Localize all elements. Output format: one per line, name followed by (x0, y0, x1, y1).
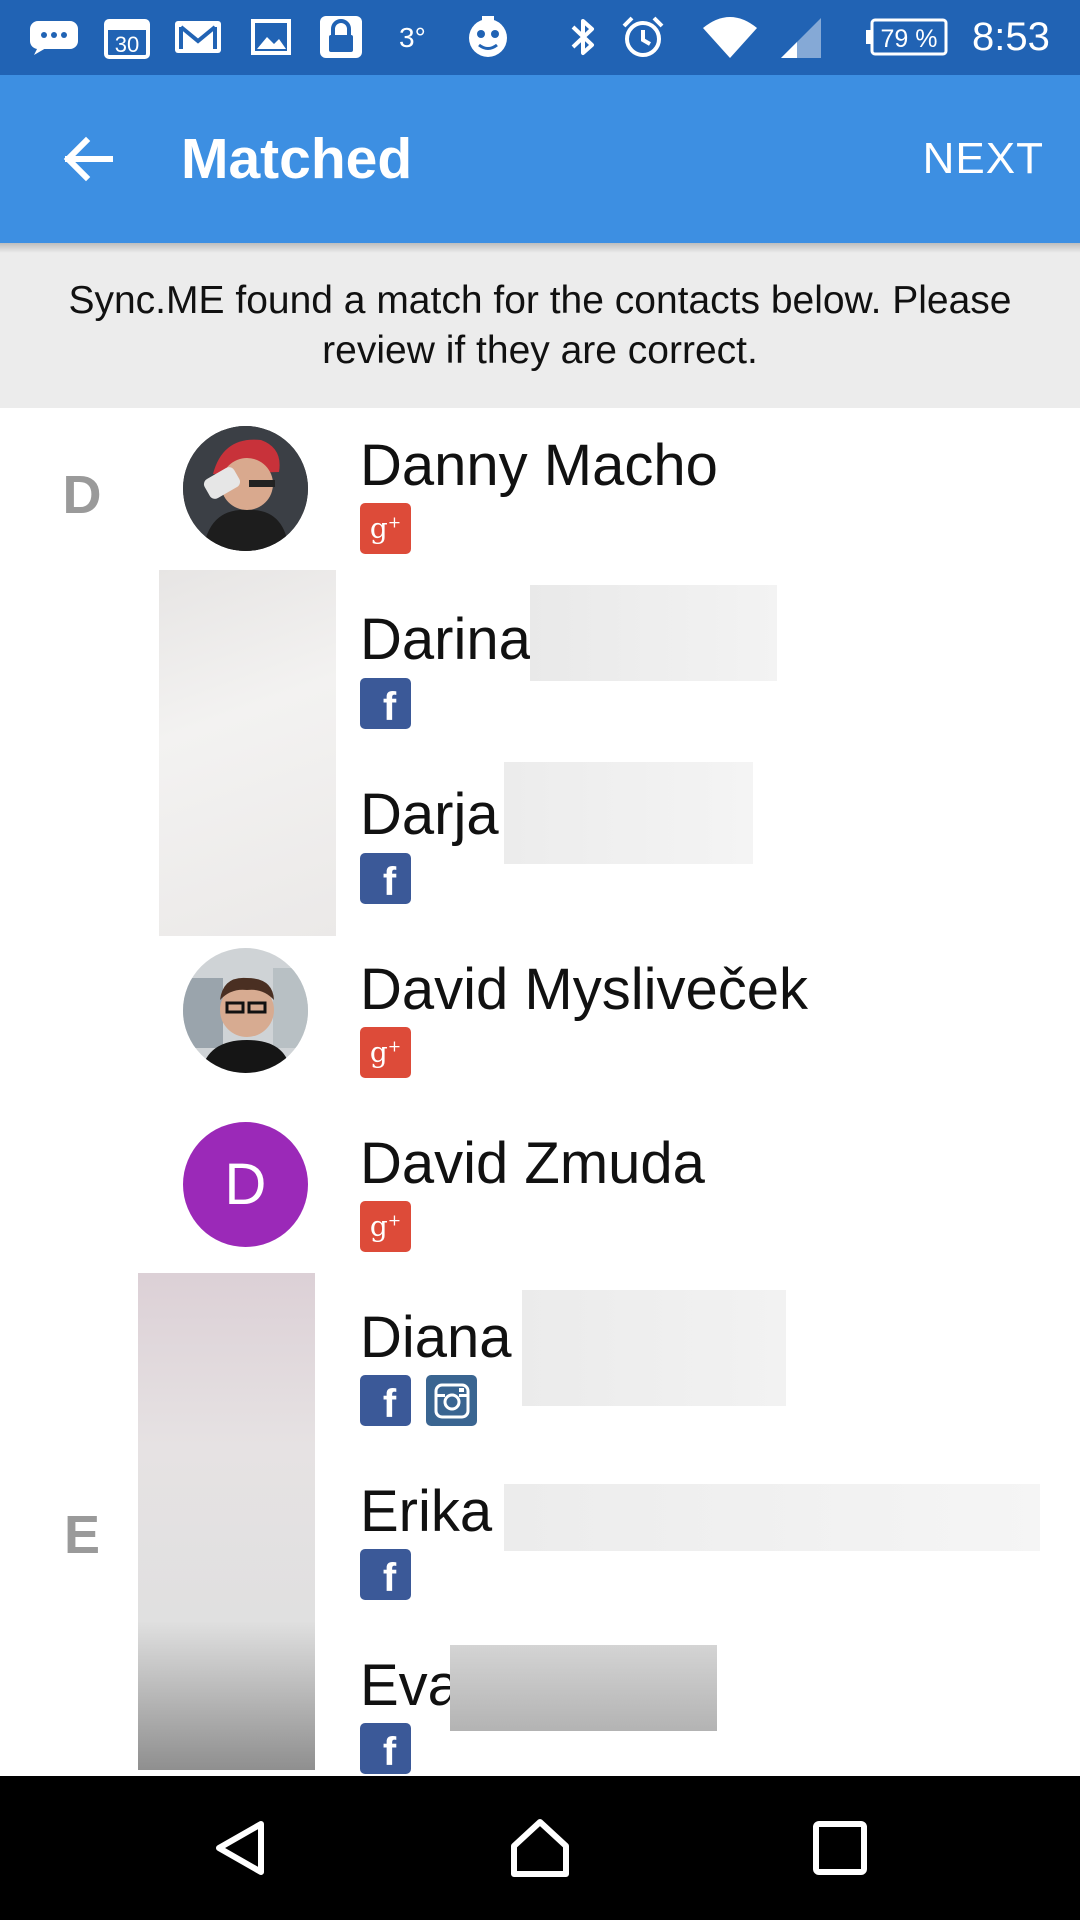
redacted-surname (522, 1290, 786, 1406)
arrow-left-icon (63, 136, 113, 182)
facebook-icon: f (360, 1723, 411, 1774)
nav-home-button[interactable] (468, 1776, 612, 1920)
facebook-icon: f (360, 678, 411, 729)
temperature-text: 3° (399, 22, 426, 53)
gmail-icon (172, 14, 224, 60)
avatar (183, 426, 308, 551)
contact-name: Darja (360, 782, 499, 847)
home-icon (511, 1819, 569, 1877)
battery-icon: 79 % (866, 14, 950, 60)
nav-back-button[interactable] (169, 1776, 313, 1920)
svg-text:79 %: 79 % (881, 25, 938, 53)
contact-name: Erika (360, 1479, 493, 1544)
facebook-icon: f (360, 853, 411, 904)
facebook-icon: f (360, 1549, 411, 1600)
contact-name: David Mysliveček (360, 957, 808, 1022)
nav-recents-button[interactable] (768, 1776, 912, 1920)
info-banner: Sync.ME found a match for the contacts b… (0, 243, 1080, 408)
app-bar-shadow (0, 243, 1080, 253)
facebook-icon: f (360, 1375, 411, 1426)
clock-text: 8:53 (972, 15, 1050, 59)
gallery-icon (249, 14, 293, 60)
redacted-surname (450, 1645, 717, 1731)
next-button[interactable]: NEXT (923, 75, 1044, 243)
avatar (183, 948, 308, 1073)
app-bar: Matched NEXT (0, 75, 1080, 243)
status-bar: 30 3° 79 % 8:53 (0, 0, 1080, 75)
messages-icon (28, 14, 80, 60)
redacted-surname (504, 762, 753, 864)
alarm-icon (619, 14, 667, 60)
svg-text:30: 30 (115, 32, 139, 57)
contact-name: Diana (360, 1305, 512, 1370)
calendar-icon: 30 (103, 14, 151, 60)
redacted-surname (504, 1484, 1040, 1551)
info-text: Sync.ME found a match for the contacts b… (68, 278, 1012, 372)
avatar (138, 1273, 315, 1770)
contact-name: Danny Macho (360, 433, 718, 498)
google-plus-icon: g+ (360, 1201, 411, 1252)
contact-name: Darina (360, 607, 531, 672)
section-letter-d: D (62, 465, 102, 525)
recents-icon (813, 1821, 867, 1875)
navigation-bar (0, 1776, 1080, 1920)
instagram-icon (426, 1375, 477, 1426)
lock-icon (318, 14, 364, 60)
google-plus-icon: g+ (360, 1027, 411, 1078)
avatar (159, 570, 336, 936)
section-letter-e: E (63, 1505, 101, 1565)
avatar: D (183, 1122, 308, 1247)
mascot-icon (464, 14, 512, 60)
page-title: Matched (181, 127, 413, 191)
wifi-icon (700, 14, 760, 60)
back-triangle-icon (216, 1821, 264, 1875)
bluetooth-icon (566, 14, 600, 60)
back-button[interactable] (48, 119, 128, 199)
contact-name: David Zmuda (360, 1131, 705, 1196)
google-plus-icon: g+ (360, 503, 411, 554)
redacted-surname (530, 585, 777, 681)
signal-icon (776, 14, 824, 60)
contact-name: Eva (360, 1653, 460, 1718)
